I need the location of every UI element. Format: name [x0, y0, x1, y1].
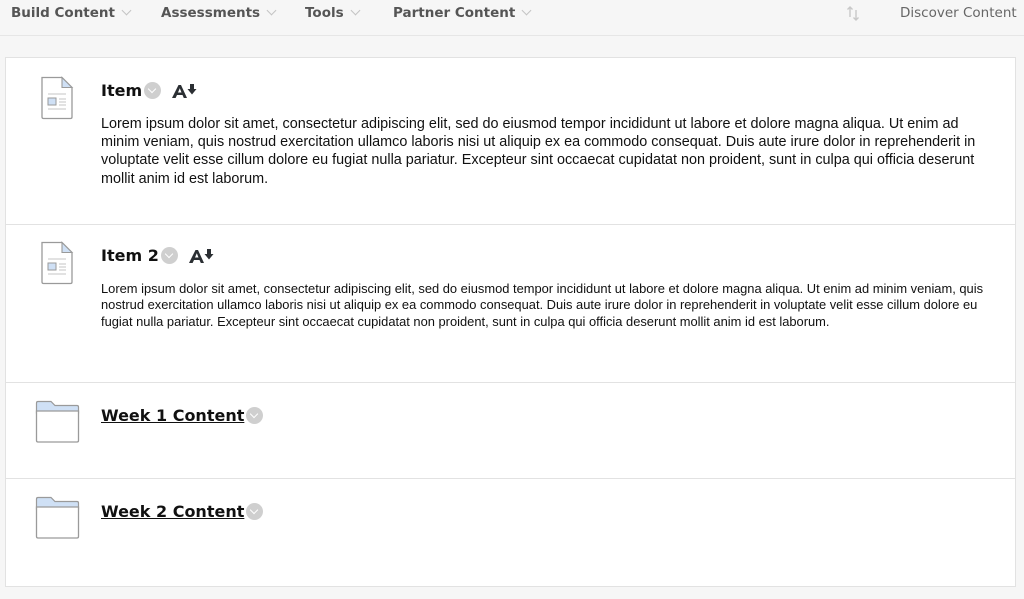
content-list: Item Lorem ipsum dolor sit amet, consect… — [5, 57, 1016, 587]
folder-header: Week 2 Content — [101, 502, 264, 521]
folder-title-link[interactable]: Week 1 Content — [101, 406, 244, 425]
item-header: Item — [101, 81, 197, 100]
build-content-menu[interactable]: Build Content — [11, 0, 132, 26]
content-folder: Week 1 Content — [6, 383, 1015, 479]
content-folder: Week 2 Content — [6, 479, 1015, 599]
context-menu-button[interactable] — [144, 82, 162, 99]
text-to-speech-icon[interactable] — [171, 83, 197, 99]
partner-content-label: Partner Content — [393, 5, 516, 21]
folder-title-link[interactable]: Week 2 Content — [101, 502, 244, 521]
item-title: Item 2 — [101, 246, 159, 265]
document-icon — [40, 76, 74, 124]
item-description: Lorem ipsum dolor sit amet, consectetur … — [101, 116, 976, 187]
document-icon — [40, 241, 74, 289]
chevron-down-icon — [350, 5, 361, 16]
partner-content-menu[interactable]: Partner Content — [393, 0, 532, 26]
folder-icon — [35, 496, 81, 544]
tools-menu[interactable]: Tools — [305, 0, 361, 26]
text-to-speech-icon[interactable] — [188, 248, 214, 264]
item-description: Lorem ipsum dolor sit amet, consectetur … — [101, 281, 984, 329]
context-menu-button[interactable] — [160, 247, 178, 264]
content-toolbar: Build Content Assessments Tools Partner … — [0, 0, 1024, 36]
item-header: Item 2 — [101, 246, 214, 265]
content-item: Item Lorem ipsum dolor sit amet, consect… — [6, 58, 1015, 225]
chevron-down-icon — [266, 5, 277, 16]
sort-arrows-icon[interactable] — [846, 4, 862, 21]
context-menu-button[interactable] — [246, 407, 264, 424]
assessments-menu[interactable]: Assessments — [161, 0, 277, 26]
discover-content-link[interactable]: Discover Content — [900, 0, 1017, 26]
folder-header: Week 1 Content — [101, 406, 264, 425]
tools-label: Tools — [305, 5, 344, 21]
context-menu-button[interactable] — [246, 503, 264, 520]
item-title: Item — [101, 81, 143, 100]
assessments-label: Assessments — [161, 5, 261, 21]
folder-icon — [35, 400, 81, 448]
chevron-down-icon — [121, 5, 132, 16]
chevron-down-icon — [521, 5, 532, 16]
content-item: Item 2 Lorem ipsum dolor sit amet, conse… — [6, 225, 1015, 383]
build-content-label: Build Content — [11, 5, 115, 21]
